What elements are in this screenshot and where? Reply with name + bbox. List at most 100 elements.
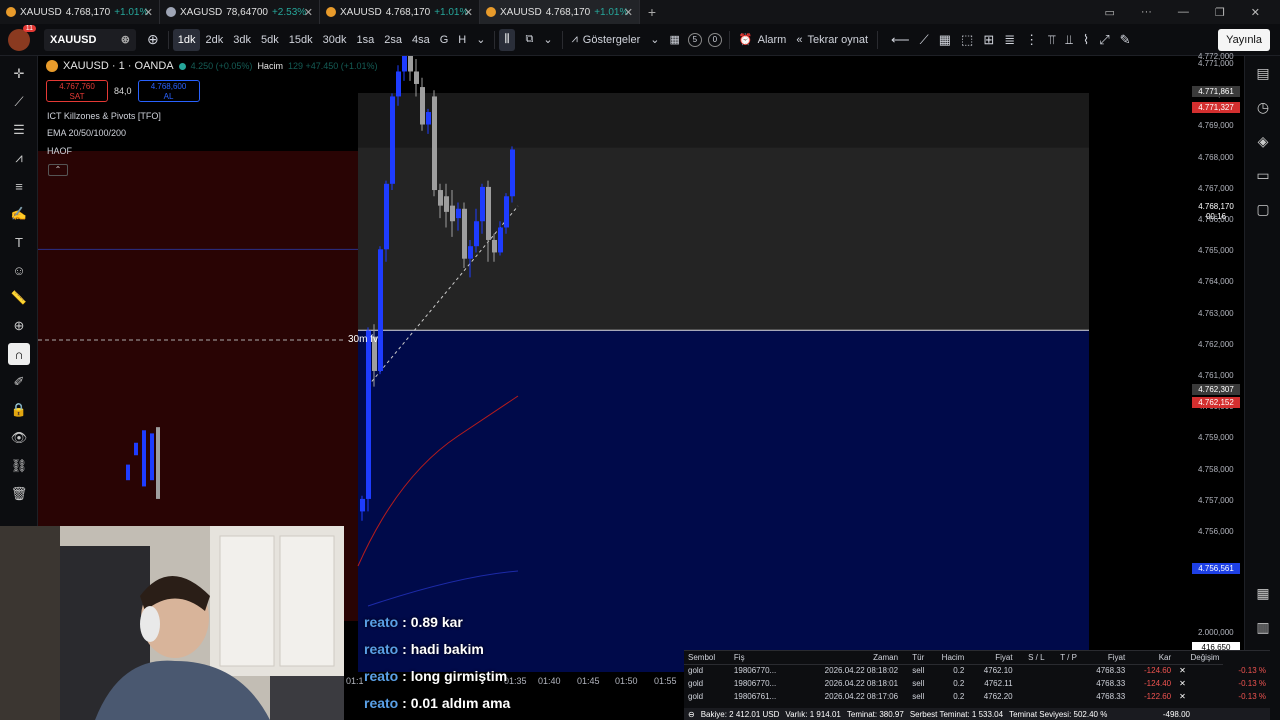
column-header[interactable]: T / P xyxy=(1048,651,1081,665)
indicator-killzones[interactable]: ICT Killzones & Pivots [TFO] xyxy=(47,111,161,121)
collapse-legend-button[interactable]: ⌃ xyxy=(48,164,68,176)
column-header[interactable]: Fiyat xyxy=(1080,651,1130,665)
text-icon[interactable]: T xyxy=(0,228,38,256)
lock-drawings-icon[interactable]: ✐ xyxy=(0,368,38,396)
timeframe-button[interactable]: 2dk xyxy=(200,29,228,51)
alarm-button[interactable]: ⏰ Alarm xyxy=(734,29,791,51)
tab-xauusd-1[interactable]: XAUUSD 4.768,170 +1.01% ✕ xyxy=(0,0,160,24)
crosshair-icon[interactable]: ✛ xyxy=(0,60,38,88)
templates-icon[interactable]: ▦ xyxy=(665,29,685,51)
counter-badge-b[interactable]: 0 xyxy=(707,32,722,47)
close-icon[interactable]: ✕ xyxy=(304,6,313,19)
indicators-dropdown-icon[interactable]: ⌄ xyxy=(645,29,664,51)
indicator-ema[interactable]: EMA 20/50/100/200 xyxy=(47,128,126,138)
chart-type-icon[interactable]: ⧉ xyxy=(521,29,539,51)
table-row[interactable]: gold 19806761... 2026.04.22 08:17:06 sell 0.… xyxy=(684,690,1270,703)
timeframe-dropdown-icon[interactable]: ⌄ xyxy=(471,29,490,51)
ideas-icon[interactable]: ▢ xyxy=(1245,192,1280,226)
timeframe-button[interactable]: 5dk xyxy=(256,29,284,51)
tab-xauusd-2[interactable]: XAUUSD 4.768,170 +1.01% ✕ xyxy=(320,0,480,24)
close-icon[interactable]: ✕ xyxy=(624,6,633,19)
maximize-button[interactable]: ❐ xyxy=(1215,6,1225,19)
add-symbol-button[interactable]: ⊕ xyxy=(142,29,164,51)
eye-icon[interactable]: 👁 xyxy=(0,424,38,452)
timeframe-button[interactable]: 30dk xyxy=(318,29,352,51)
pattern-icon[interactable]: ⩘ xyxy=(0,144,38,172)
fib-icon[interactable]: ≡ xyxy=(0,172,38,200)
timeframe-button[interactable]: 2sa xyxy=(379,29,407,51)
ruler-icon[interactable]: 📏 xyxy=(0,284,38,312)
emoji-icon[interactable]: ☺ xyxy=(0,256,38,284)
column-header[interactable]: Hacim xyxy=(928,651,969,665)
indicator-haof[interactable]: HAOF xyxy=(47,146,72,156)
timeframe-button[interactable]: 3dk xyxy=(228,29,256,51)
sell-button[interactable]: 4.767,760 SAT xyxy=(46,80,108,102)
timeframe-button[interactable]: 15dk xyxy=(284,29,318,51)
ray-tool-icon[interactable]: ⤢ xyxy=(1094,29,1114,51)
trend-line-icon[interactable]: ⟋ xyxy=(0,88,38,116)
column-header[interactable]: S / L xyxy=(1016,651,1049,665)
parallel-channel-icon[interactable]: ≣ xyxy=(999,29,1020,51)
close-position-icon[interactable]: ✕ xyxy=(1175,690,1223,703)
lock-icon[interactable]: 🔒 xyxy=(0,396,38,424)
more-icon[interactable]: ··· xyxy=(1141,6,1152,18)
magnet-icon[interactable]: ∩ xyxy=(0,340,38,368)
trend-line-tool-icon[interactable]: ⟋ xyxy=(915,29,934,51)
publish-button[interactable]: Yayınla xyxy=(1218,29,1270,51)
timeframe-button[interactable]: G xyxy=(435,29,454,51)
brush-tool-icon[interactable]: ✎ xyxy=(1115,29,1136,51)
brush-icon[interactable]: ✍ xyxy=(0,200,38,228)
gann-icon[interactable]: ⫫ xyxy=(1061,29,1078,51)
column-header[interactable]: Kar xyxy=(1129,651,1176,665)
tab-xauusd-active[interactable]: XAUUSD 4.768,170 +1.01% ✕ xyxy=(480,0,640,24)
timeframe-button[interactable]: 4sa xyxy=(407,29,435,51)
close-position-icon[interactable]: ✕ xyxy=(1175,664,1223,677)
notes-icon[interactable]: ▥ xyxy=(1245,610,1280,644)
fib-tool-icon[interactable]: ⊞ xyxy=(978,29,999,51)
chart-type-dropdown-icon[interactable]: ⌄ xyxy=(538,29,557,51)
layers-icon[interactable]: ◈ xyxy=(1245,124,1280,158)
timeframe-button[interactable]: H xyxy=(453,29,471,51)
trash-icon[interactable]: 🗑 xyxy=(0,480,38,508)
column-header[interactable]: Zaman xyxy=(795,651,903,665)
path-tool-icon[interactable]: ⌇ xyxy=(1078,29,1094,51)
indicators-button[interactable]: ⩘ Göstergeler xyxy=(567,29,646,51)
horizontal-lines-icon[interactable]: ☰ xyxy=(0,116,38,144)
layout-icon[interactable]: ▭ xyxy=(1105,6,1115,19)
close-window-button[interactable]: ✕ xyxy=(1251,6,1260,19)
new-tab-button[interactable]: + xyxy=(640,4,664,20)
replay-button[interactable]: « Tekrar oynat xyxy=(791,29,873,51)
close-icon[interactable]: ✕ xyxy=(464,6,473,19)
chart-title[interactable]: XAUUSD · 1 · OANDA xyxy=(63,60,174,72)
table-row[interactable]: gold 19806770... 2026.04.22 08:18:02 sell 0.… xyxy=(684,664,1270,677)
price-axis[interactable]: 4.772,000 2.000,000 416,650 4.771,000 4.7… xyxy=(1192,52,1244,672)
close-position-icon[interactable]: ✕ xyxy=(1175,677,1223,690)
column-header[interactable]: Tür xyxy=(902,651,929,665)
zoom-icon[interactable]: ⊕ xyxy=(0,312,38,340)
column-header[interactable]: Fiş xyxy=(729,651,796,665)
collapse-icon[interactable]: ⊖ xyxy=(688,710,695,719)
counter-badge-a[interactable]: 5 xyxy=(687,32,702,47)
profile-avatar[interactable]: 11 xyxy=(8,24,36,51)
rectangle-tool-icon[interactable]: ⬚ xyxy=(956,29,978,51)
pitchfork-icon[interactable]: ⫪ xyxy=(1043,29,1060,51)
calendar-icon[interactable]: ▦ xyxy=(1245,576,1280,610)
table-row[interactable]: gold 19806770... 2026.04.22 08:18:01 sell 0.… xyxy=(684,677,1270,690)
vertical-line-icon[interactable]: ⋮ xyxy=(1020,29,1043,51)
clock-icon[interactable]: ◷ xyxy=(1245,90,1280,124)
grid-tool-icon[interactable]: ▦ xyxy=(934,29,956,51)
timeframe-button[interactable]: 1dk xyxy=(172,28,201,51)
timeframe-button[interactable]: 1sa xyxy=(351,29,379,51)
symbol-search[interactable]: XAUUSD ⊛ xyxy=(44,28,136,51)
buy-button[interactable]: 4.768,600 AL xyxy=(137,80,200,102)
candles-icon[interactable]: ⫼ xyxy=(499,28,515,51)
column-header[interactable]: Sembol xyxy=(684,651,730,665)
tab-xagusd[interactable]: XAGUSD 78,64700 +2.53% ✕ xyxy=(160,0,320,24)
compare-icon[interactable]: ⊛ xyxy=(121,33,130,46)
close-icon[interactable]: ✕ xyxy=(144,6,153,19)
column-header[interactable]: Fiyat xyxy=(968,651,1017,665)
watchlist-icon[interactable]: ▤ xyxy=(1245,56,1280,90)
column-header[interactable]: Değişim xyxy=(1175,651,1224,665)
chat-icon[interactable]: ▭ xyxy=(1245,158,1280,192)
link-icon[interactable]: ⛓ xyxy=(0,452,38,480)
